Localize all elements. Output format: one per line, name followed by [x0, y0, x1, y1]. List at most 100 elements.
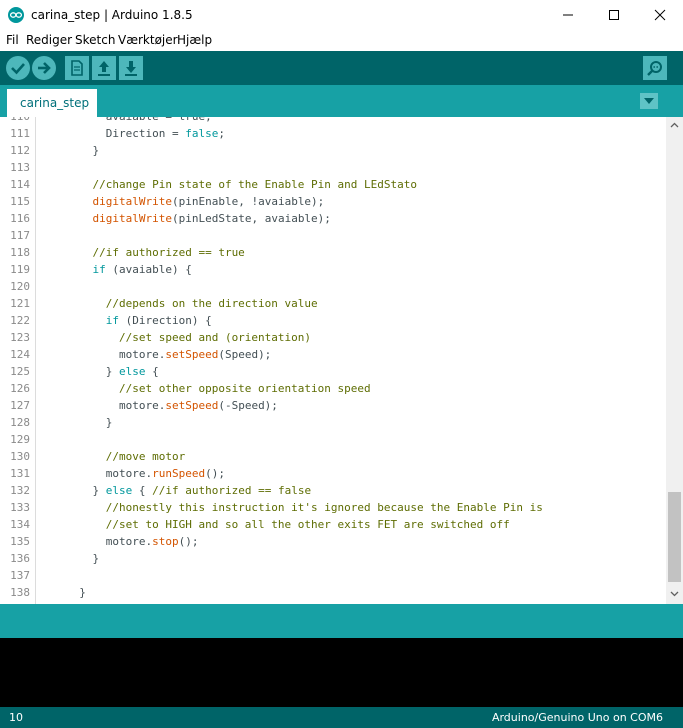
scroll-up-icon[interactable] [670, 121, 679, 130]
scrollbar-thumb[interactable] [668, 492, 681, 582]
close-button[interactable] [637, 0, 683, 31]
board-port-label: Arduino/Genuino Uno on COM6 [491, 711, 663, 724]
menu-hjaelp[interactable]: Hjælp [177, 33, 212, 47]
code-line: 130 //move motor [0, 448, 666, 465]
minimize-button[interactable] [545, 0, 591, 31]
code-line: 128 } [0, 414, 666, 431]
chevron-down-icon [644, 98, 654, 104]
code-text: avaiable = true; [66, 117, 212, 125]
code-token: (pinEnable, !avaiable); [171, 195, 325, 208]
save-icon [125, 61, 137, 76]
menu-sketch[interactable]: Sketch [75, 33, 115, 47]
code-token: (-Speed); [218, 399, 278, 412]
line-number: 129 [10, 433, 30, 446]
new-sketch-button[interactable] [65, 56, 89, 80]
serial-monitor-icon [647, 61, 662, 76]
code-token: else [105, 484, 133, 497]
code-line: 117 [0, 227, 666, 244]
line-number: 137 [10, 569, 30, 582]
code-editor[interactable]: 110 avaiable = true;111 Direction = fals… [0, 117, 666, 604]
line-number: 119 [10, 263, 30, 276]
code-text: //if authorized == true [66, 244, 245, 261]
code-token: (Speed); [218, 348, 272, 361]
console-output[interactable] [0, 638, 683, 707]
code-line: 115 digitalWrite(pinEnable, !avaiable); [0, 193, 666, 210]
open-button[interactable] [92, 56, 116, 80]
code-text: //depends on the direction value [66, 295, 318, 312]
menu-vaerktojer[interactable]: Værktøjer [118, 33, 178, 47]
line-number: 110 [0, 117, 30, 125]
code-text: Direction = false; [66, 125, 225, 142]
code-text: //set speed and (orientation) [66, 329, 311, 346]
verify-icon [11, 63, 25, 75]
code-text: motore.setSpeed(Speed); [66, 346, 271, 363]
maximize-button[interactable] [591, 0, 637, 31]
code-line: 118 //if authorized == true [0, 244, 666, 261]
line-number: 124 [10, 348, 30, 361]
code-token: avaiable = true; [66, 117, 212, 123]
line-number: 135 [10, 535, 30, 548]
line-number: 116 [10, 212, 30, 225]
code-token: motore. [66, 348, 166, 361]
code-token: //set speed and (orientation) [66, 331, 312, 344]
code-text: motore.runSpeed(); [66, 465, 225, 482]
save-button[interactable] [119, 56, 143, 80]
line-number: 126 [10, 382, 30, 395]
arduino-logo-icon [8, 7, 24, 23]
line-number: 138 [10, 586, 30, 599]
menu-fil[interactable]: Fil [6, 33, 19, 47]
code-token: //if authorized == true [66, 246, 245, 259]
code-token: false [185, 127, 219, 140]
code-token: motore. [66, 399, 166, 412]
status-bar: 10 Arduino/Genuino Uno on COM6 [0, 707, 683, 728]
code-token: else [118, 365, 146, 378]
line-number: 10 [9, 711, 23, 724]
serial-monitor-button[interactable] [643, 56, 667, 80]
code-line: 135 motore.stop(); [0, 533, 666, 550]
line-number: 118 [10, 246, 30, 259]
line-number: 113 [10, 161, 30, 174]
scroll-down-icon[interactable] [670, 589, 679, 598]
code-text: motore.setSpeed(-Speed); [66, 397, 278, 414]
code-text: motore.stop(); [66, 533, 199, 550]
toolbar [0, 51, 683, 85]
code-token: { [132, 484, 153, 497]
code-text: } [66, 414, 113, 431]
line-number: 112 [10, 144, 30, 157]
code-token: (); [205, 467, 225, 480]
tab-carina-step[interactable]: carina_step [7, 89, 97, 117]
code-token: stop [152, 535, 179, 548]
vertical-scrollbar[interactable] [666, 117, 683, 604]
upload-button[interactable] [32, 56, 56, 80]
code-text: if (avaiable) { [66, 261, 192, 278]
line-number: 123 [10, 331, 30, 344]
menu-rediger[interactable]: Rediger [26, 33, 72, 47]
code-text: //set other opposite orientation speed [66, 380, 371, 397]
code-token: digitalWrite [92, 195, 172, 208]
code-token: //set other opposite orientation speed [66, 382, 371, 395]
code-token: //set to HIGH and so all the other exits… [66, 518, 510, 531]
code-token: if [92, 263, 106, 276]
code-line: 122 if (Direction) { [0, 312, 666, 329]
code-text: digitalWrite(pinEnable, !avaiable); [66, 193, 325, 210]
verify-button[interactable] [6, 56, 30, 80]
code-token: ; [218, 127, 225, 140]
code-line: 110 avaiable = true; [0, 117, 666, 125]
code-token: (avaiable) { [105, 263, 192, 276]
line-number: 127 [10, 399, 30, 412]
code-text: digitalWrite(pinLedState, avaiable); [66, 210, 331, 227]
code-text: } [66, 584, 86, 601]
open-icon [98, 61, 110, 76]
code-token: Direction = [66, 127, 186, 140]
code-line: 124 motore.setSpeed(Speed); [0, 346, 666, 363]
code-line: 112 } [0, 142, 666, 159]
code-line: 129 [0, 431, 666, 448]
line-number: 122 [10, 314, 30, 327]
line-number: 131 [10, 467, 30, 480]
code-line: 120 [0, 278, 666, 295]
tab-menu-button[interactable] [640, 93, 658, 109]
new-file-icon [71, 60, 83, 76]
